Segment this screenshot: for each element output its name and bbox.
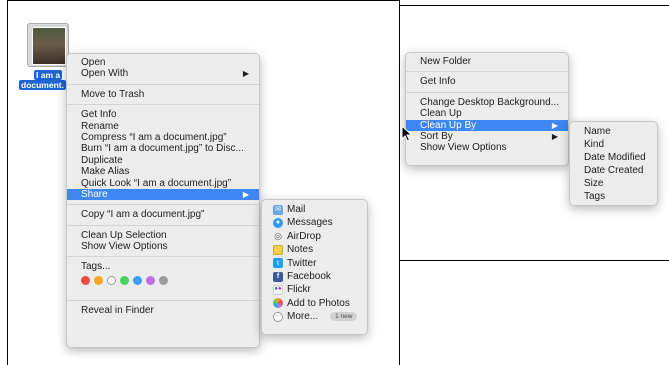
menu-item-share[interactable]: Share ▶ <box>67 188 259 201</box>
share-item-messages[interactable]: ● Messages <box>262 216 367 229</box>
notes-icon <box>273 244 283 255</box>
menu-item-move-to-trash[interactable]: Move to Trash <box>67 89 259 100</box>
menu-item-quick-look[interactable]: Quick Look “I am a document.jpg” <box>67 178 259 189</box>
messages-icon: ● <box>273 218 283 229</box>
menu-item-rename[interactable]: Rename <box>67 121 259 132</box>
tag-red-dot[interactable] <box>81 276 90 286</box>
menu-item-new-folder[interactable]: New Folder <box>406 56 568 67</box>
mouse-cursor-icon <box>401 125 413 142</box>
tag-purple-dot[interactable] <box>146 276 155 286</box>
menu-item-copy[interactable]: Copy “I am a document.jpg” <box>67 209 259 220</box>
submenu-arrow-icon: ▶ <box>242 69 249 79</box>
menu-item-name[interactable]: Name <box>570 125 657 138</box>
menu-item-open[interactable]: Open <box>67 57 259 68</box>
tag-green-dot[interactable] <box>120 276 129 286</box>
file-label-line1[interactable]: I am a <box>34 70 63 80</box>
share-item-twitter[interactable]: t Twitter <box>262 257 367 270</box>
document-file-icon[interactable] <box>27 23 69 67</box>
clean-up-by-submenu: Name Kind Date Modified Date Created Siz… <box>569 121 658 206</box>
menu-item-compress[interactable]: Compress “I am a document.jpg” <box>67 132 259 143</box>
menu-item-change-desktop-background[interactable]: Change Desktop Background... <box>406 97 568 108</box>
menu-item-clean-up-by[interactable]: Clean Up By ▶ <box>406 119 568 131</box>
frame-top-border-right <box>400 5 669 6</box>
menu-separator <box>406 91 568 93</box>
share-item-notes[interactable]: Notes <box>262 243 367 256</box>
frame-left-border <box>7 0 8 365</box>
tag-blue-dot[interactable] <box>133 276 142 286</box>
menu-item-show-view-options-desktop[interactable]: Show View Options <box>406 142 568 153</box>
tag-orange-dot[interactable] <box>94 276 103 286</box>
submenu-arrow-icon: ▶ <box>551 120 558 130</box>
frame-bottom-border-right <box>400 260 669 261</box>
share-item-mail[interactable]: ✉ Mail <box>262 203 367 216</box>
menu-item-duplicate[interactable]: Duplicate <box>67 155 259 166</box>
frame-top-border <box>7 0 400 1</box>
frame-right-border <box>399 0 400 365</box>
share-item-facebook[interactable]: f Facebook <box>262 270 367 283</box>
share-item-airdrop[interactable]: ◎ AirDrop <box>262 230 367 243</box>
menu-separator <box>67 299 259 301</box>
menu-item-size[interactable]: Size <box>570 177 657 190</box>
more-icon: ··· <box>273 311 283 322</box>
share-item-add-to-photos[interactable]: Add to Photos <box>262 297 367 310</box>
facebook-icon: f <box>273 271 283 282</box>
mail-icon: ✉ <box>273 204 283 215</box>
menu-separator <box>67 256 259 258</box>
photo-thumbnail <box>32 27 66 65</box>
menu-item-reveal-in-finder[interactable]: Reveal in Finder <box>67 305 259 316</box>
new-badge: 1 new <box>330 312 358 322</box>
tag-gray-dot[interactable] <box>159 276 168 286</box>
menu-separator <box>67 204 259 206</box>
share-item-flickr[interactable]: ● ● Flickr <box>262 283 367 296</box>
menu-item-date-modified[interactable]: Date Modified <box>570 151 657 164</box>
menu-item-make-alias[interactable]: Make Alias <box>67 166 259 177</box>
menu-item-clean-up[interactable]: Clean Up <box>406 108 568 119</box>
flickr-icon: ● ● <box>273 285 283 296</box>
menu-separator <box>67 224 259 226</box>
tag-color-row <box>67 273 259 289</box>
desktop-context-menu: New Folder Get Info Change Desktop Backg… <box>405 52 569 166</box>
menu-item-show-view-options[interactable]: Show View Options <box>67 241 259 252</box>
menu-separator <box>67 83 259 85</box>
menu-separator <box>406 71 568 73</box>
airdrop-icon: ◎ <box>274 230 282 241</box>
menu-item-burn[interactable]: Burn “I am a document.jpg” to Disc... <box>67 143 259 154</box>
file-label-line2[interactable]: document. <box>19 80 66 90</box>
menu-spacer <box>67 289 259 296</box>
photos-icon <box>273 298 283 309</box>
menu-item-date-created[interactable]: Date Created <box>570 164 657 177</box>
menu-item-tags-sort[interactable]: Tags <box>570 190 657 203</box>
menu-item-clean-up-selection[interactable]: Clean Up Selection <box>67 230 259 241</box>
share-submenu: ✉ Mail ● Messages ◎ AirDrop Notes t Twitter … <box>261 199 368 335</box>
menu-item-get-info-desktop[interactable]: Get Info <box>406 76 568 87</box>
menu-separator <box>67 104 259 106</box>
menu-item-open-with[interactable]: Open With ▶ <box>67 68 259 79</box>
submenu-arrow-icon: ▶ <box>551 131 558 141</box>
menu-item-get-info[interactable]: Get Info <box>67 109 259 120</box>
menu-item-kind[interactable]: Kind <box>570 138 657 151</box>
share-item-more[interactable]: ··· More... 1 new <box>262 310 367 323</box>
submenu-arrow-icon: ▶ <box>242 189 249 199</box>
twitter-icon: t <box>273 258 283 269</box>
tag-white-dot[interactable] <box>107 276 116 286</box>
menu-item-sort-by[interactable]: Sort By ▶ <box>406 131 568 142</box>
file-context-menu: Open Open With ▶ Move to Trash Get Info R… <box>66 53 260 348</box>
menu-item-tags[interactable]: Tags... <box>67 261 259 272</box>
